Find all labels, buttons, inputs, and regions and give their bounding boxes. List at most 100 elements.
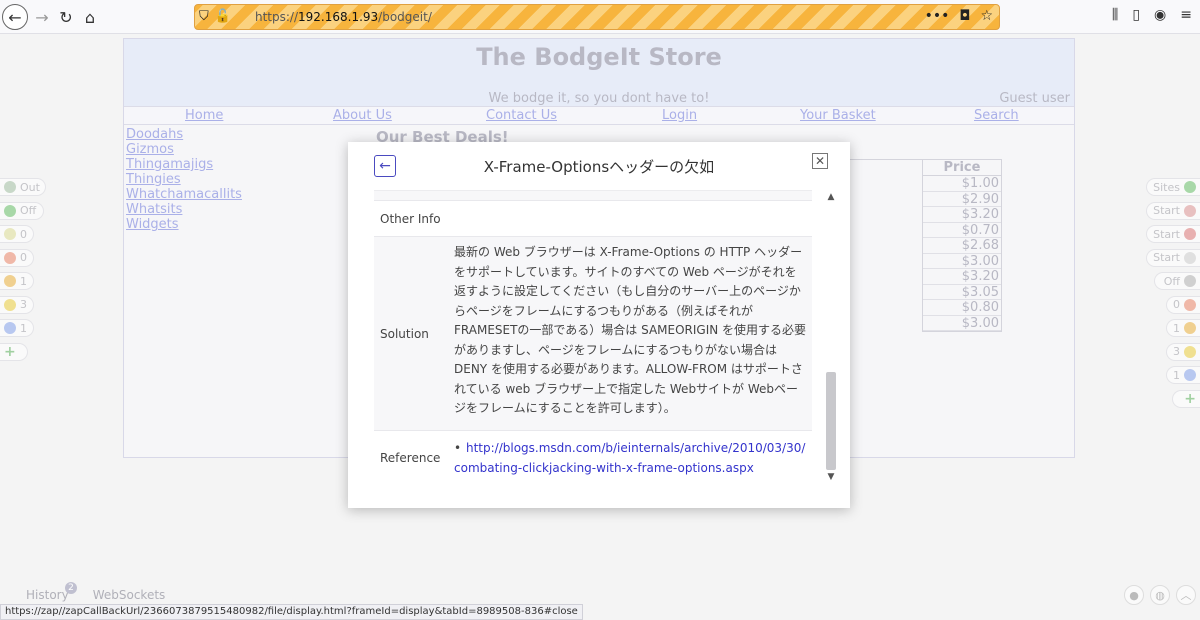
hud-spider-button[interactable]: Start — [1146, 201, 1200, 220]
nav-home-link[interactable]: Home — [185, 108, 223, 123]
sidebar-icon[interactable]: ▯ — [1132, 7, 1140, 23]
nav-basket-link[interactable]: Your Basket — [800, 108, 876, 123]
status-bar-url: https://zap//zapCallBackUrl/236607387951… — [0, 604, 583, 620]
account-icon[interactable]: ◉ — [1154, 7, 1166, 23]
home-button[interactable]: ⌂ — [78, 5, 102, 29]
flame-icon — [1184, 251, 1196, 264]
hud-page-alert-info-button[interactable]: 1 — [1166, 366, 1200, 384]
globe-icon — [1184, 181, 1196, 193]
spider-icon — [1184, 204, 1196, 217]
price-cell: $1.00 — [923, 176, 1001, 192]
hud-alert-informational-button[interactable]: 1 — [0, 319, 34, 337]
circle-icon — [4, 181, 16, 193]
history-tab[interactable]: History — [26, 588, 69, 602]
flag-icon — [1184, 345, 1196, 358]
hud-settings-icon[interactable]: ◍ — [1150, 585, 1170, 605]
reference-label: Reference — [380, 450, 441, 465]
nav-login-link[interactable]: Login — [662, 108, 697, 123]
flag-icon — [1184, 369, 1196, 381]
hamburger-menu-icon[interactable]: ≡ — [1180, 7, 1192, 23]
hud-add-tool-button[interactable]: + — [0, 342, 28, 361]
nav-about-link[interactable]: About Us — [333, 108, 392, 123]
reference-link[interactable]: http://blogs.msdn.com/b/ieinternals/arch… — [454, 441, 805, 475]
scroll-up-icon[interactable]: ▲ — [824, 190, 838, 204]
hud-page-alert-high-button[interactable]: 0 — [1166, 295, 1200, 314]
reload-button[interactable]: ↻ — [54, 5, 78, 29]
hud-status-icon[interactable]: ● — [1124, 585, 1144, 605]
alert-details-dialog: ← X-Frame-Optionsヘッダーの欠如 ✕ Other Info So… — [348, 142, 850, 508]
reload-icon: ↻ — [59, 7, 73, 27]
solution-label: Solution — [380, 326, 429, 341]
forward-button[interactable]: → — [30, 5, 54, 29]
hud-alert-high-button[interactable]: 0 — [0, 248, 34, 267]
bulb-icon — [4, 228, 16, 240]
hud-page-alert-low-button[interactable]: 3 — [1166, 342, 1200, 361]
hud-page-alert-medium-button[interactable]: 1 — [1166, 319, 1200, 337]
hud-ajax-spider-button[interactable]: Start — [1146, 225, 1200, 243]
shield-icon[interactable]: ⛉ — [199, 9, 209, 24]
arrow-right-icon: → — [35, 7, 49, 27]
url-bar[interactable]: ⛉ 🔓 https://192.168.1.93/bodgeit/ ••• ◘ … — [194, 4, 1000, 30]
back-button[interactable]: ← — [2, 4, 28, 30]
bullet-icon: • — [454, 441, 462, 455]
plus-icon: + — [4, 343, 16, 360]
hud-sites-button[interactable]: Sites — [1146, 178, 1200, 196]
reference-value: • http://blogs.msdn.com/b/ieinternals/arc… — [454, 431, 812, 484]
price-cell: $0.80 — [923, 300, 1001, 316]
plus-icon: + — [1184, 390, 1196, 407]
nav-contact-link[interactable]: Contact Us — [486, 108, 557, 123]
category-link[interactable]: Thingies — [126, 172, 242, 187]
flag-icon — [4, 298, 16, 311]
price-cell: $0.70 — [923, 223, 1001, 238]
category-link[interactable]: Gizmos — [126, 142, 242, 157]
hud-break-button[interactable]: Off — [0, 201, 44, 220]
other-info-value — [454, 201, 812, 236]
scroll-thumb[interactable] — [826, 372, 836, 470]
store-subtitle: We bodge it, so you dont have to! — [488, 91, 710, 106]
hud-scope-button[interactable]: Out — [0, 178, 46, 196]
store-header: The BodgeIt Store We bodge it, so you do… — [124, 39, 1074, 107]
price-cell: $3.20 — [923, 207, 1001, 223]
hud-active-scan-button[interactable]: Start — [1146, 248, 1200, 267]
history-count-badge: 2 — [65, 582, 77, 594]
hud-alert-low-button[interactable]: 3 — [0, 295, 34, 314]
price-column: Price $1.00 $2.90 $3.20 $0.70 $2.68 $3.0… — [922, 159, 1002, 332]
hud-attack-mode-button[interactable]: Off — [1154, 272, 1200, 290]
hud-alert-medium-button[interactable]: 1 — [0, 272, 34, 290]
guest-user-label: Guest user — [999, 91, 1070, 106]
store-nav: Home About Us Contact Us Login Your Bask… — [124, 107, 1074, 125]
store-title: The BodgeIt Store — [476, 43, 722, 71]
category-link[interactable]: Whatchamacallits — [126, 187, 242, 202]
hud-alert-info-button[interactable]: 0 — [0, 225, 34, 243]
library-icon[interactable]: ⫼ — [1112, 7, 1118, 23]
flag-icon — [1184, 298, 1196, 311]
dialog-scrollbar[interactable]: ▲ ▼ — [824, 190, 838, 484]
category-link[interactable]: Widgets — [126, 217, 242, 232]
url-text[interactable]: https://192.168.1.93/bodgeit/ — [255, 10, 432, 24]
bookmark-star-icon[interactable]: ☆ — [980, 8, 993, 24]
dialog-title: X-Frame-Optionsヘッダーの欠如 — [483, 158, 715, 176]
hud-add-tool-right-button[interactable]: + — [1172, 389, 1200, 408]
websockets-tab[interactable]: WebSockets — [93, 588, 166, 602]
nav-search-link[interactable]: Search — [974, 108, 1019, 123]
category-link[interactable]: Whatsits — [126, 202, 242, 217]
alert-details-table: Other Info Solution 最新の Web ブラウザーは X-Fra… — [374, 190, 812, 484]
close-icon: ✕ — [814, 154, 826, 168]
page-actions-icon[interactable]: ••• — [925, 8, 950, 24]
flag-icon — [1184, 322, 1196, 334]
lock-warning-icon[interactable]: 🔓 — [215, 9, 231, 24]
table-row: Solution 最新の Web ブラウザーは X-Frame-Options … — [374, 237, 812, 431]
flag-icon — [4, 275, 16, 287]
dialog-close-button[interactable]: ✕ — [812, 153, 828, 169]
scroll-down-icon[interactable]: ▼ — [824, 470, 838, 484]
pocket-icon[interactable]: ◘ — [959, 8, 970, 24]
chevron-up-icon[interactable]: ︿ — [1176, 585, 1196, 605]
price-cell: $3.00 — [923, 316, 1001, 331]
price-cell: $3.00 — [923, 254, 1001, 269]
hud-left-panel: Out Off 0 0 1 3 1 + — [0, 178, 46, 366]
hud-right-panel: Sites Start Start Start Off 0 1 3 1 + — [1146, 178, 1200, 413]
category-link[interactable]: Doodahs — [126, 127, 242, 142]
scroll-track[interactable] — [824, 204, 838, 470]
category-link[interactable]: Thingamajigs — [126, 157, 242, 172]
other-info-label: Other Info — [380, 211, 441, 226]
